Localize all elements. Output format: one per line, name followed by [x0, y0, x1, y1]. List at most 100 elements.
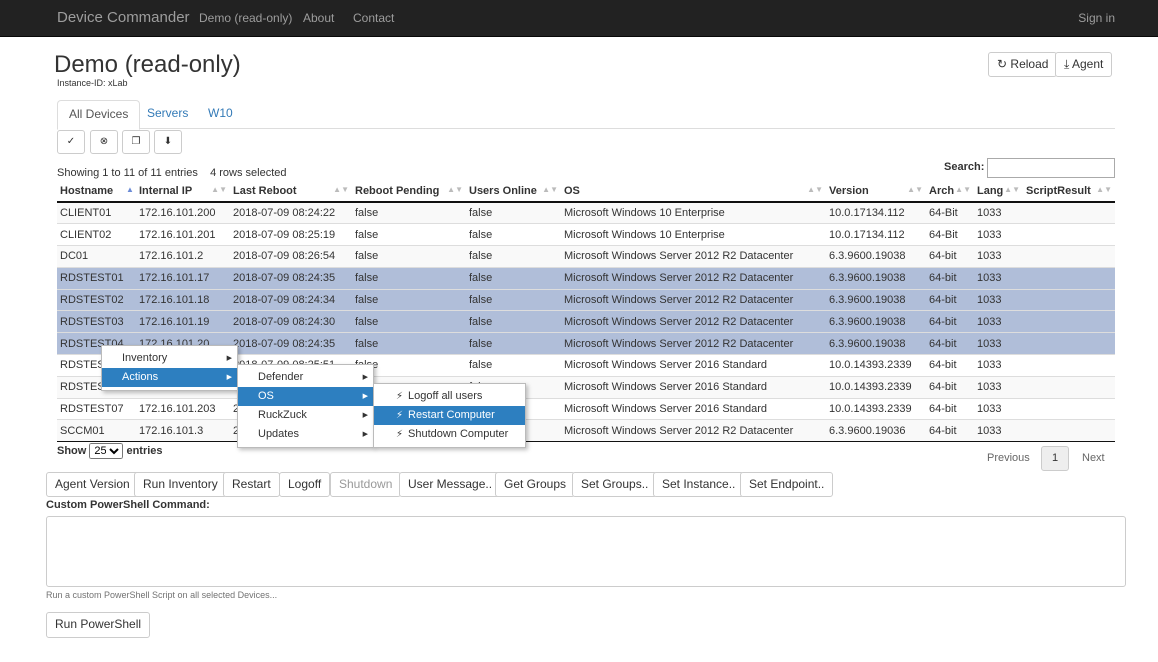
pager-previous[interactable]: Previous: [987, 452, 1030, 464]
col-arch[interactable]: Arch ▲▼: [926, 180, 974, 203]
run-inventory-button[interactable]: Run Inventory: [134, 472, 227, 497]
menu-item-ruckzuck[interactable]: RuckZuck ▶: [238, 406, 373, 425]
logoff-button[interactable]: Logoff: [279, 472, 331, 497]
cell-script-result: [1023, 266, 1115, 290]
cell-users-online: false: [466, 223, 561, 246]
cell-arch: 64-bit: [926, 419, 974, 443]
cell-version: 6.3.9600.19038: [826, 288, 926, 311]
agent-download-button[interactable]: ⤓ Agent: [1055, 52, 1113, 77]
pager-next[interactable]: Next: [1082, 452, 1105, 464]
sort-icon: ▲▼: [333, 185, 349, 194]
sort-icon: ▲▼: [955, 185, 971, 194]
select-all-button[interactable]: ✓: [57, 130, 85, 154]
sort-icon: ▲▼: [1004, 185, 1020, 194]
col-last-reboot[interactable]: Last Reboot ▲▼: [230, 180, 352, 203]
sort-icon: ▲▼: [542, 185, 558, 194]
cell-lang: 1033: [974, 419, 1023, 443]
selected-info: 4 rows selected: [210, 167, 287, 179]
table-body: CLIENT01 172.16.101.200 2018-07-09 08:24:2…: [57, 201, 1115, 443]
run-powershell-button[interactable]: Run PowerShell: [46, 612, 151, 638]
user-message-button[interactable]: User Message..: [399, 472, 502, 497]
save-button[interactable]: ⬇: [154, 130, 182, 154]
cell-os: Microsoft Windows Server 2012 R2 Datacen…: [561, 288, 826, 311]
os-submenu: ⚡︎ Logoff all users ⚡︎ Restart Computer ⚡︎…: [373, 383, 526, 448]
table-row[interactable]: RDSTEST03 172.16.101.19 2018-07-09 08:24:3…: [57, 310, 1115, 333]
cell-last-reboot: 2018-07-09 08:24:22: [230, 201, 352, 224]
cell-lang: 1033: [974, 397, 1023, 420]
get-groups-button[interactable]: Get Groups: [495, 472, 576, 497]
col-users-online[interactable]: Users Online ▲▼: [466, 180, 561, 203]
menu-item-shutdown-computer[interactable]: ⚡︎ Shutdown Computer: [374, 425, 525, 444]
brand-link[interactable]: Device Commander: [57, 9, 190, 26]
nav-link-contact[interactable]: Contact: [353, 11, 394, 25]
agent-version-button[interactable]: Agent Version: [46, 472, 139, 497]
table-row[interactable]: RDSTEST07172.16.101.2032018-07-09 08:25:…: [57, 397, 1115, 420]
device-tabs: All Devices Servers W10: [57, 100, 1115, 130]
cell-lang: 1033: [974, 266, 1023, 290]
cell-version: 10.0.17134.112: [826, 201, 926, 224]
context-menu: Inventory ▶ Actions ▶: [101, 345, 238, 391]
menu-item-defender[interactable]: Defender ▶: [238, 368, 373, 387]
set-instance-button[interactable]: Set Instance..: [653, 472, 745, 497]
cell-users-online: false: [466, 201, 561, 224]
tab-all-devices[interactable]: All Devices: [57, 100, 141, 130]
cell-script-result: [1023, 310, 1115, 333]
cell-os: Microsoft Windows Server 2016 Standard: [561, 397, 826, 420]
cell-ip: 172.16.101.203: [136, 397, 230, 420]
pager-page-1[interactable]: 1: [1041, 446, 1069, 471]
powershell-command-input[interactable]: [46, 516, 1126, 587]
table-row[interactable]: DC01 172.16.101.2 2018-07-09 08:26:54 false…: [57, 245, 1115, 268]
cell-lang: 1033: [974, 332, 1023, 355]
cell-script-result: [1023, 375, 1115, 399]
copy-button[interactable]: ❐: [122, 130, 150, 154]
cell-ip: 172.16.101.19: [136, 310, 230, 333]
cell-reboot-pending: false: [352, 223, 466, 246]
tab-w10[interactable]: W10: [197, 100, 244, 129]
col-os[interactable]: OS ▲▼: [561, 180, 826, 203]
table-row[interactable]: CLIENT02 172.16.101.201 2018-07-09 08:25:1…: [57, 223, 1115, 246]
instance-id: Instance-ID: xLab: [57, 78, 128, 88]
table-row[interactable]: SCCM01172.16.101.32018-07-09 08:25:51fal…: [57, 419, 1115, 443]
set-endpoint-button[interactable]: Set Endpoint..: [740, 472, 834, 497]
reload-button[interactable]: ↻ Reload: [988, 52, 1058, 77]
table-row[interactable]: RDSTEST01 172.16.101.17 2018-07-09 08:24:3…: [57, 266, 1115, 290]
menu-item-restart-computer[interactable]: ⚡︎ Restart Computer: [374, 406, 525, 425]
page-size-select[interactable]: 25: [89, 443, 124, 459]
menu-item-updates[interactable]: Updates ▶: [238, 425, 373, 444]
restart-button[interactable]: Restart: [223, 472, 280, 497]
search-input[interactable]: [987, 158, 1115, 178]
cell-script-result: [1023, 354, 1115, 377]
menu-item-actions[interactable]: Actions ▶: [102, 368, 237, 387]
cell-reboot-pending: false: [352, 332, 466, 355]
nav-link-about[interactable]: About: [303, 11, 334, 25]
nav-link-demo[interactable]: Demo (read-only): [199, 11, 292, 25]
col-version[interactable]: Version ▲▼: [826, 180, 926, 203]
col-reboot-pending[interactable]: Reboot Pending ▲▼: [352, 180, 466, 203]
chevron-right-icon: ▶: [226, 355, 232, 362]
deselect-all-button[interactable]: ⊗: [90, 130, 118, 154]
bolt-icon: ⚡︎: [396, 429, 404, 440]
table-row[interactable]: RDSTEST02 172.16.101.18 2018-07-09 08:24:3…: [57, 288, 1115, 311]
col-hostname[interactable]: Hostname ▲: [57, 180, 136, 203]
tab-servers[interactable]: Servers: [136, 100, 199, 129]
set-groups-button[interactable]: Set Groups..: [572, 472, 658, 497]
cell-users-online: false: [466, 332, 561, 355]
table-row[interactable]: CLIENT01 172.16.101.200 2018-07-09 08:24:2…: [57, 201, 1115, 224]
download-icon: ⤓: [1064, 57, 1070, 71]
menu-item-os[interactable]: OS ▶: [238, 387, 373, 406]
menu-item-logoff-all-users[interactable]: ⚡︎ Logoff all users: [374, 387, 525, 406]
cell-script-result: [1023, 245, 1115, 268]
menu-item-inventory[interactable]: Inventory ▶: [102, 349, 237, 368]
cell-last-reboot: 2018-07-09 08:24:35: [230, 332, 352, 355]
shutdown-button[interactable]: Shutdown: [330, 472, 402, 497]
col-lang[interactable]: Lang ▲▼: [974, 180, 1023, 203]
cell-hostname: CLIENT02: [57, 223, 136, 246]
sign-in-link[interactable]: Sign in: [1078, 11, 1115, 25]
chevron-right-icon: ▶: [226, 374, 232, 381]
col-script-result[interactable]: ScriptResult ▲▼: [1023, 180, 1115, 203]
devices-table: Hostname ▲ Internal IP ▲▼ Last Reboot ▲▼ Re…: [57, 180, 1115, 443]
col-internal-ip[interactable]: Internal IP ▲▼: [136, 180, 230, 203]
sort-icon: ▲▼: [1096, 185, 1112, 194]
cell-arch: 64-bit: [926, 245, 974, 268]
cell-hostname: RDSTEST07: [57, 397, 136, 420]
